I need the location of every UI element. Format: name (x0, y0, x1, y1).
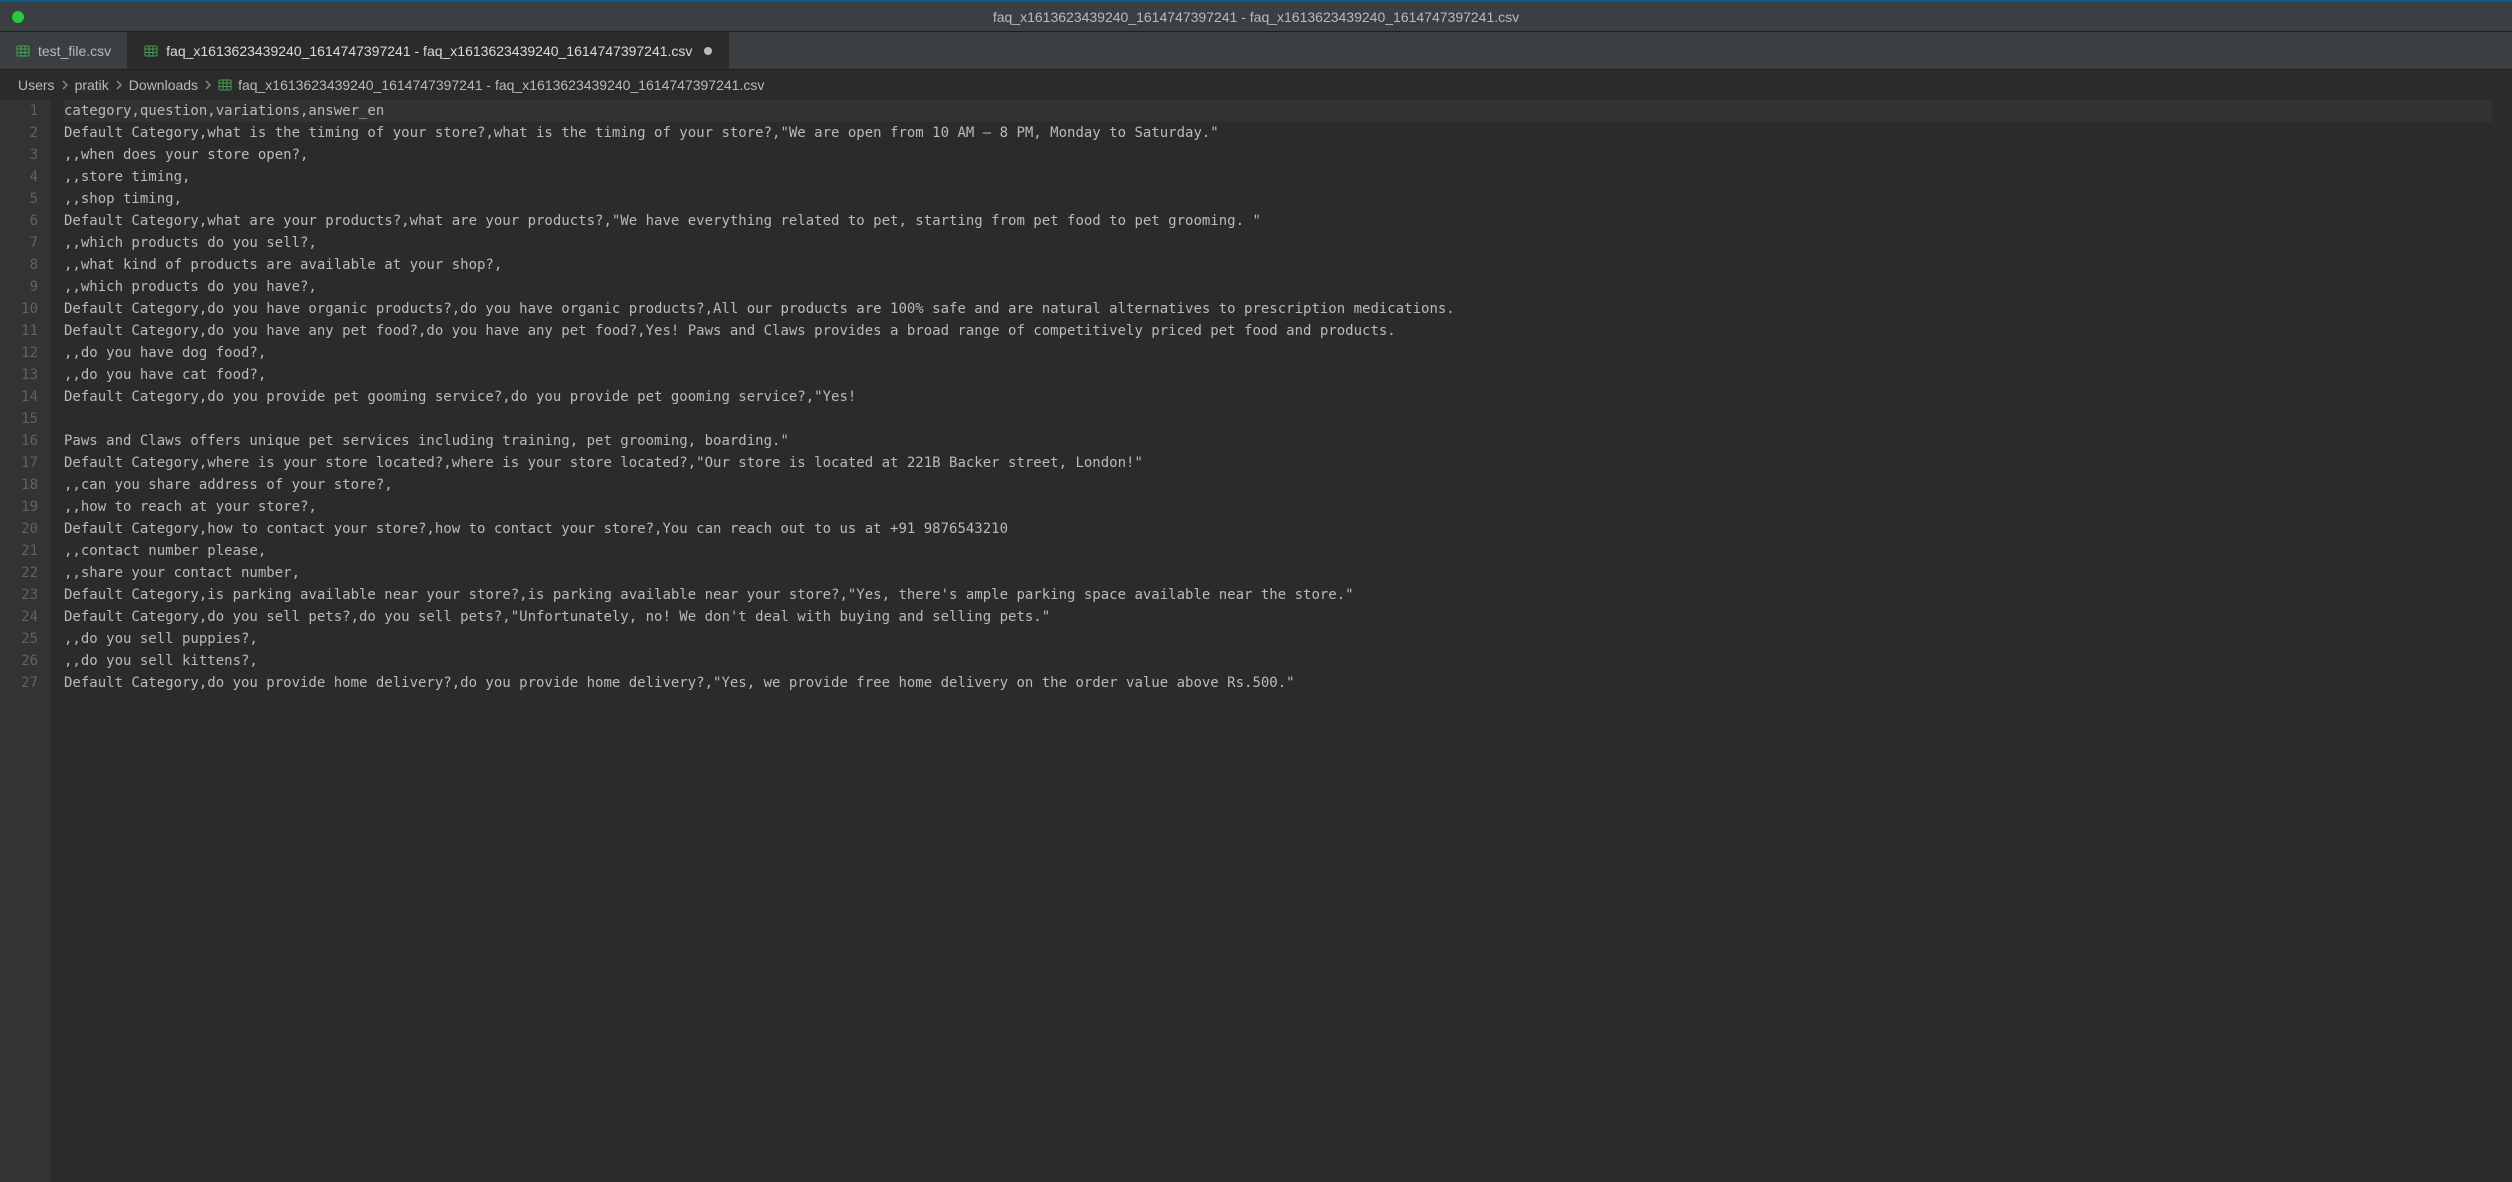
code-line[interactable]: Default Category,what is the timing of y… (64, 122, 2492, 144)
csv-file-icon (16, 44, 30, 58)
code-line[interactable]: Default Category,where is your store loc… (64, 452, 2492, 474)
title-bar: faq_x1613623439240_1614747397241 - faq_x… (0, 0, 2512, 32)
breadcrumb-file-label: faq_x1613623439240_1614747397241 - faq_x… (238, 77, 764, 93)
csv-file-icon (218, 78, 232, 92)
line-number: 7 (8, 232, 38, 254)
code-line[interactable]: ,,when does your store open?, (64, 144, 2492, 166)
line-number: 6 (8, 210, 38, 232)
code-line[interactable]: Default Category,do you sell pets?,do yo… (64, 606, 2492, 628)
window-controls (0, 11, 24, 23)
line-number: 16 (8, 430, 38, 452)
code-line[interactable]: Default Category,how to contact your sto… (64, 518, 2492, 540)
line-number: 25 (8, 628, 38, 650)
breadcrumb-current-file[interactable]: faq_x1613623439240_1614747397241 - faq_x… (218, 77, 764, 93)
line-number: 4 (8, 166, 38, 188)
code-line[interactable]: ,,store timing, (64, 166, 2492, 188)
code-line[interactable]: ,,contact number please, (64, 540, 2492, 562)
tab-faq-file[interactable]: faq_x1613623439240_1614747397241 - faq_x… (128, 32, 729, 69)
line-number: 18 (8, 474, 38, 496)
line-number: 10 (8, 298, 38, 320)
line-number: 22 (8, 562, 38, 584)
line-number: 20 (8, 518, 38, 540)
code-line[interactable]: Default Category,do you have any pet foo… (64, 320, 2492, 342)
line-number: 8 (8, 254, 38, 276)
line-number: 15 (8, 408, 38, 430)
code-line[interactable]: ,,which products do you sell?, (64, 232, 2492, 254)
modified-indicator-icon (704, 47, 712, 55)
line-number: 21 (8, 540, 38, 562)
line-number: 1 (8, 100, 38, 122)
breadcrumb-pratik[interactable]: pratik (75, 77, 109, 93)
tab-bar: test_file.csv faq_x1613623439240_1614747… (0, 32, 2512, 70)
code-line[interactable]: Default Category,do you provide pet goom… (64, 386, 2492, 408)
code-line[interactable]: ,,how to reach at your store?, (64, 496, 2492, 518)
code-line[interactable]: ,,shop timing, (64, 188, 2492, 210)
breadcrumb: Users pratik Downloads (0, 70, 2512, 100)
tab-label: test_file.csv (38, 43, 111, 59)
tab-test-file[interactable]: test_file.csv (0, 32, 128, 69)
code-line[interactable] (64, 408, 2492, 430)
code-line[interactable]: ,,do you have cat food?, (64, 364, 2492, 386)
code-line[interactable]: Default Category,do you have organic pro… (64, 298, 2492, 320)
line-number: 5 (8, 188, 38, 210)
line-number: 2 (8, 122, 38, 144)
code-line[interactable]: Default Category,do you provide home del… (64, 672, 2492, 694)
line-number: 26 (8, 650, 38, 672)
line-number-gutter: 1234567891011121314151617181920212223242… (0, 100, 50, 1182)
breadcrumb-users[interactable]: Users (18, 77, 55, 93)
line-number: 19 (8, 496, 38, 518)
line-number: 11 (8, 320, 38, 342)
code-line[interactable]: Default Category,what are your products?… (64, 210, 2492, 232)
code-line[interactable]: Paws and Claws offers unique pet service… (64, 430, 2492, 452)
csv-file-icon (144, 44, 158, 58)
close-window-button[interactable] (12, 11, 24, 23)
line-number: 17 (8, 452, 38, 474)
chevron-right-icon (61, 80, 69, 90)
code-editor[interactable]: 1234567891011121314151617181920212223242… (0, 100, 2512, 1182)
chevron-right-icon (204, 80, 212, 90)
line-number: 23 (8, 584, 38, 606)
line-number: 13 (8, 364, 38, 386)
line-number: 27 (8, 672, 38, 694)
code-line[interactable]: ,,which products do you have?, (64, 276, 2492, 298)
line-number: 9 (8, 276, 38, 298)
code-line[interactable]: ,,can you share address of your store?, (64, 474, 2492, 496)
chevron-right-icon (115, 80, 123, 90)
code-line[interactable]: ,,do you sell puppies?, (64, 628, 2492, 650)
code-line[interactable]: ,,do you have dog food?, (64, 342, 2492, 364)
code-line[interactable]: ,,do you sell kittens?, (64, 650, 2492, 672)
line-number: 12 (8, 342, 38, 364)
breadcrumb-downloads[interactable]: Downloads (129, 77, 198, 93)
code-line[interactable]: ,,share your contact number, (64, 562, 2492, 584)
line-number: 14 (8, 386, 38, 408)
code-content[interactable]: category,question,variations,answer_enDe… (50, 100, 2512, 1182)
code-line[interactable]: ,,what kind of products are available at… (64, 254, 2492, 276)
window-title: faq_x1613623439240_1614747397241 - faq_x… (0, 9, 2512, 25)
code-line[interactable]: Default Category,is parking available ne… (64, 584, 2492, 606)
code-line[interactable]: category,question,variations,answer_en (64, 100, 2492, 122)
tab-label: faq_x1613623439240_1614747397241 - faq_x… (166, 43, 692, 59)
line-number: 24 (8, 606, 38, 628)
line-number: 3 (8, 144, 38, 166)
